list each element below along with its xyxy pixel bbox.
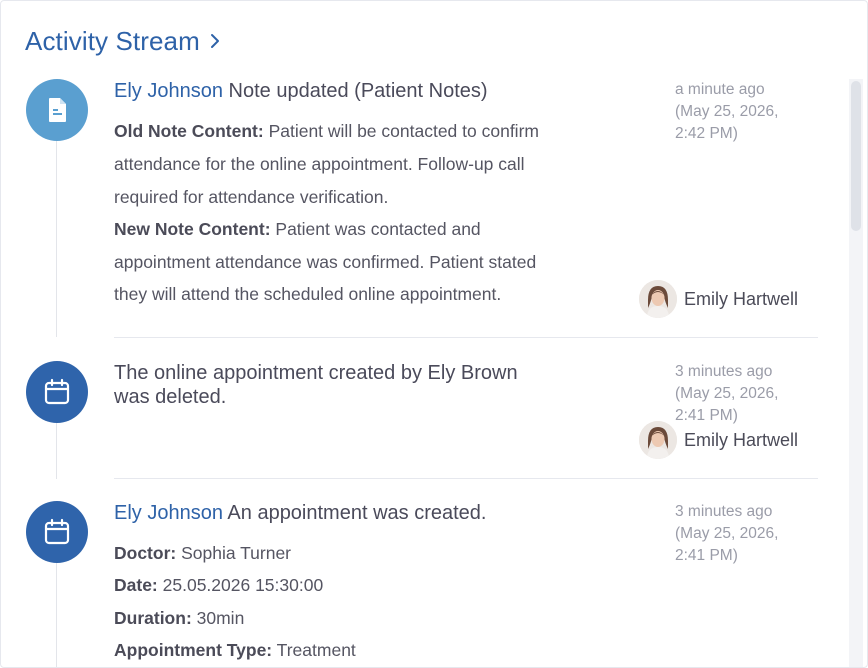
entry-title-text: was deleted. [114, 386, 227, 408]
divider [114, 337, 818, 338]
detail-line: Doctor: Sophia Turner [114, 537, 291, 570]
actor-link[interactable]: Ely Johnson [114, 502, 223, 524]
detail-value: Treatment [272, 640, 356, 660]
detail-line: Duration: 30min [114, 602, 244, 635]
timestamp-relative: 3 minutes ago [675, 503, 773, 520]
detail-key: Doctor: [114, 543, 177, 563]
activity-entry: Ely Johnson Note updated (Patient Notes)… [1, 79, 841, 337]
activity-entry: Ely Johnson An appointment was created. … [1, 501, 841, 667]
detail-key: Old Note Content: [114, 121, 264, 141]
actor-link[interactable]: Ely Johnson [114, 80, 223, 102]
detail-line: appointment attendance was confirmed. Pa… [114, 246, 536, 279]
detail-key: Appointment Type: [114, 640, 273, 660]
activity-entry: The online appointment created by Ely Br… [1, 361, 841, 479]
timestamp-time: 2:41 PM) [675, 547, 738, 564]
user-name: Emily Hartwell [684, 288, 799, 309]
page-title[interactable]: Activity Stream [25, 26, 200, 57]
calendar-icon [26, 361, 88, 423]
timestamp-date: (May 25, 2026, [675, 103, 779, 120]
detail-key: Date: [114, 575, 158, 595]
entry-title: Ely Johnson Note updated (Patient Notes) [114, 79, 488, 103]
detail-value: they will attend the scheduled online ap… [114, 284, 502, 304]
detail-value: Patient was contacted and [270, 219, 481, 239]
avatar [639, 280, 677, 318]
avatar [639, 421, 677, 459]
detail-value: required for attendance verification. [114, 187, 389, 207]
detail-value: 25.05.2026 15:30:00 [157, 575, 324, 595]
chevron-right-icon[interactable] [209, 32, 221, 50]
user-name: Emily Hartwell [684, 429, 799, 450]
timestamp-relative: 3 minutes ago [675, 363, 773, 380]
activity-stream-panel: Activity Stream Ely Johnson Note updated… [0, 0, 868, 668]
divider [114, 478, 818, 479]
detail-value: 30min [191, 608, 245, 628]
detail-value: Sophia Turner [176, 543, 292, 563]
entry-title-text: The online appointment created by Ely Br… [114, 362, 518, 384]
detail-line: Old Note Content: Patient will be contac… [114, 115, 539, 148]
user-chip[interactable]: Emily Hartwell [639, 421, 798, 459]
detail-key: New Note Content: [114, 219, 271, 239]
detail-value: appointment attendance was confirmed. Pa… [114, 252, 537, 272]
activity-stream-header[interactable]: Activity Stream [25, 23, 221, 59]
activity-list: Ely Johnson Note updated (Patient Notes)… [1, 79, 867, 667]
timestamp-time: 2:42 PM) [675, 125, 738, 142]
scrollbar-thumb[interactable] [851, 81, 861, 231]
detail-line: New Note Content: Patient was contacted … [114, 213, 481, 246]
detail-key: Duration: [114, 608, 192, 628]
detail-line: attendance for the online appointment. F… [114, 148, 525, 181]
detail-line: Date: 25.05.2026 15:30:00 [114, 569, 323, 602]
detail-value: attendance for the online appointment. F… [114, 154, 525, 174]
timestamp: 3 minutes ago (May 25, 2026, 2:41 PM) [675, 501, 778, 567]
detail-line: they will attend the scheduled online ap… [114, 278, 501, 311]
detail-line: Appointment Type: Treatment [114, 634, 356, 667]
timestamp: 3 minutes ago (May 25, 2026, 2:41 PM) [675, 361, 778, 427]
entry-title: Ely Johnson An appointment was created. [114, 501, 486, 525]
entry-title-text: An appointment was created. [227, 502, 487, 524]
timestamp-date: (May 25, 2026, [675, 385, 779, 402]
calendar-icon [26, 501, 88, 563]
timestamp: a minute ago (May 25, 2026, 2:42 PM) [675, 79, 778, 145]
timestamp-relative: a minute ago [675, 81, 765, 98]
detail-line: required for attendance verification. [114, 181, 388, 214]
user-chip[interactable]: Emily Hartwell [639, 280, 798, 318]
detail-value: Patient will be contacted to confirm [263, 121, 539, 141]
entry-title: The online appointment created by Ely Br… [114, 361, 518, 409]
document-icon [26, 79, 88, 141]
timestamp-date: (May 25, 2026, [675, 525, 779, 542]
entry-title-text: Note updated (Patient Notes) [228, 80, 488, 102]
